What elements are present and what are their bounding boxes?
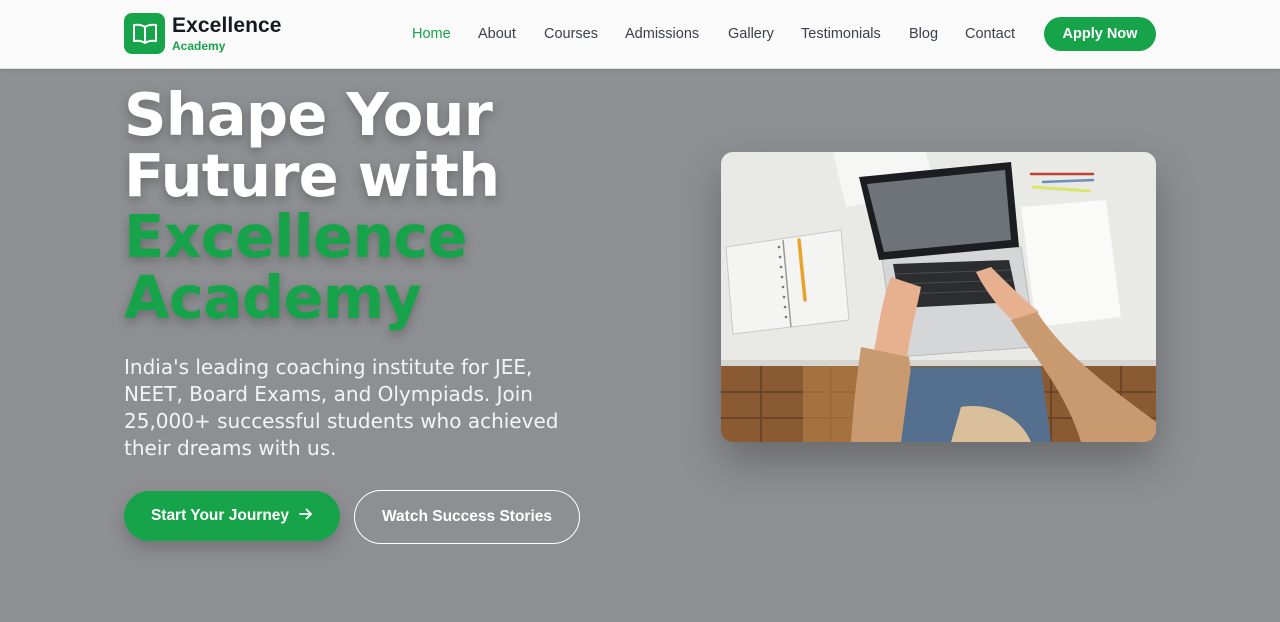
start-journey-button[interactable]: Start Your Journey	[124, 491, 340, 541]
nav-link-contact[interactable]: Contact	[965, 25, 1015, 43]
nav-link-admissions[interactable]: Admissions	[625, 25, 699, 43]
navbar: Excellence Academy Home About Courses Ad…	[0, 0, 1280, 69]
arrow-right-icon	[299, 507, 313, 525]
hero-title-line: Shape Your	[124, 80, 493, 149]
nav-link-about[interactable]: About	[478, 25, 516, 43]
nav-link-courses[interactable]: Courses	[544, 25, 598, 43]
hero-title-line: Future with	[124, 141, 500, 210]
watch-success-stories-button[interactable]: Watch Success Stories	[354, 490, 580, 544]
brand-name: Excellence	[172, 14, 282, 37]
nav-link-testimonials[interactable]: Testimonials	[801, 25, 881, 43]
start-journey-label: Start Your Journey	[150, 507, 290, 524]
nav-link-home[interactable]: Home	[412, 25, 451, 43]
hero-title-accent: Academy	[124, 263, 422, 332]
hero-description: India's leading coaching institute for J…	[124, 355, 559, 460]
nav-link-blog[interactable]: Blog	[909, 25, 938, 43]
brand-logo[interactable]: Excellence Academy	[124, 13, 282, 54]
brand-subtitle: Academy	[172, 39, 226, 53]
hero-title-accent: Excellence	[124, 202, 468, 271]
apply-now-button[interactable]: Apply Now	[1044, 17, 1156, 51]
nav-link-gallery[interactable]: Gallery	[728, 25, 774, 43]
student-laptop-photo	[721, 152, 1156, 442]
hero-title: Shape Your Future with Excellence Academ…	[124, 80, 500, 332]
open-book-icon	[124, 13, 165, 54]
